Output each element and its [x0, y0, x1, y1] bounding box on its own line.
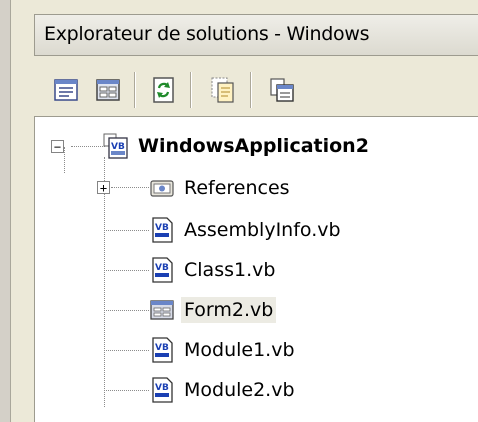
- show-all-files-icon: [211, 77, 234, 103]
- tree-guide-line: [71, 146, 105, 147]
- vb-project-icon: VB: [103, 133, 128, 159]
- window-left-edge: [0, 0, 11, 422]
- tree-item-module1[interactable]: VB Module1.vb: [149, 331, 298, 369]
- show-all-files-button[interactable]: [204, 72, 240, 108]
- view-designer-icon: [96, 79, 120, 101]
- vb-file-icon: VB: [152, 337, 173, 363]
- refresh-icon: [153, 77, 174, 103]
- tree-guide-line: [104, 310, 149, 311]
- tree-guide-line: [104, 350, 149, 351]
- toolbar-separator: [134, 72, 136, 108]
- expand-toggle[interactable]: +: [97, 181, 110, 194]
- tree-item-assemblyinfo[interactable]: VB AssemblyInfo.vb: [149, 211, 344, 249]
- vb-file-icon: VB: [152, 377, 173, 403]
- collapse-toggle[interactable]: −: [51, 140, 64, 153]
- tree-guide-line: [64, 147, 65, 173]
- tree-root-item[interactable]: VB WindowsApplication2: [103, 127, 372, 165]
- view-class-diagram-button[interactable]: [264, 72, 300, 108]
- toolbar: [34, 62, 478, 116]
- view-class-diagram-icon: [270, 78, 294, 102]
- window-title: Explorateur de solutions - Windows: [44, 23, 370, 45]
- tree-item-label: Class1.vb: [184, 259, 276, 281]
- tree-guide-line: [104, 390, 149, 391]
- vb-file-icon: VB: [152, 257, 173, 283]
- view-designer-button[interactable]: [90, 72, 126, 108]
- tree-item-label: References: [184, 177, 290, 199]
- title-bar[interactable]: Explorateur de solutions - Windows: [34, 14, 478, 56]
- refresh-button[interactable]: [146, 72, 182, 108]
- tree-item-label: AssemblyInfo.vb: [184, 219, 341, 241]
- tree-guide-line: [104, 157, 105, 407]
- toolbar-separator: [250, 72, 252, 108]
- tree-item-label: Module1.vb: [184, 339, 295, 361]
- solution-explorer-window: Explorateur de solutions - Windows − + V…: [0, 0, 478, 422]
- svg-text:VB: VB: [155, 263, 169, 273]
- properties-icon: [54, 79, 78, 101]
- tree-guide-line: [104, 270, 149, 271]
- toolbar-separator: [190, 72, 192, 108]
- tree-guide-line: [111, 187, 149, 188]
- tree-item-label: Form2.vb: [181, 297, 277, 323]
- vb-file-icon: VB: [152, 217, 173, 243]
- project-name: WindowsApplication2: [138, 135, 369, 157]
- svg-text:VB: VB: [155, 343, 169, 353]
- references-icon: [150, 180, 174, 197]
- tree-item-class1[interactable]: VB Class1.vb: [149, 251, 278, 289]
- svg-text:VB: VB: [155, 223, 169, 233]
- svg-text:VB: VB: [111, 142, 125, 152]
- tree-item-references[interactable]: References: [149, 169, 293, 207]
- properties-button[interactable]: [48, 72, 84, 108]
- tree-item-module2[interactable]: VB Module2.vb: [149, 371, 298, 409]
- tree-item-label: Module2.vb: [184, 379, 295, 401]
- solution-tree[interactable]: − + VB WindowsApplication2 References VB…: [34, 116, 478, 422]
- svg-text:VB: VB: [155, 383, 169, 393]
- tree-guide-line: [104, 230, 149, 231]
- tree-item-form2[interactable]: Form2.vb: [149, 291, 277, 329]
- form-icon: [150, 300, 174, 320]
